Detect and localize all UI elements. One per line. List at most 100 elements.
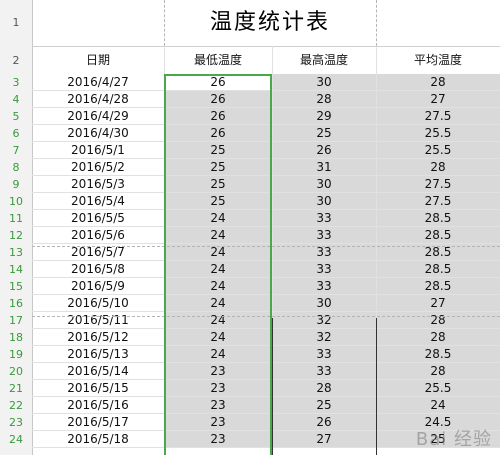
max-temp-cell[interactable]: 25 bbox=[272, 125, 376, 142]
max-temp-cell[interactable]: 33 bbox=[272, 261, 376, 278]
row-number-1[interactable]: 1 bbox=[0, 0, 32, 46]
avg-temp-cell[interactable]: 28 bbox=[376, 74, 500, 91]
row-number[interactable]: 6 bbox=[0, 125, 32, 142]
min-temp-cell[interactable]: 26 bbox=[164, 125, 272, 142]
date-cell[interactable]: 2016/5/6 bbox=[32, 227, 164, 244]
date-cell[interactable]: 2016/5/4 bbox=[32, 193, 164, 210]
header-min-temp[interactable]: 最低温度 bbox=[164, 47, 272, 74]
max-temp-cell[interactable]: 33 bbox=[272, 278, 376, 295]
min-temp-cell[interactable]: 24 bbox=[164, 346, 272, 363]
row-number[interactable]: 5 bbox=[0, 108, 32, 125]
max-temp-cell[interactable]: 30 bbox=[272, 176, 376, 193]
date-cell[interactable]: 2016/5/2 bbox=[32, 159, 164, 176]
min-temp-cell[interactable]: 23 bbox=[164, 397, 272, 414]
avg-temp-cell[interactable]: 28.5 bbox=[376, 227, 500, 244]
avg-temp-cell[interactable]: 27.5 bbox=[376, 193, 500, 210]
header-max-temp[interactable]: 最高温度 bbox=[272, 47, 376, 74]
row-number[interactable]: 22 bbox=[0, 397, 32, 414]
row-number[interactable]: 9 bbox=[0, 176, 32, 193]
date-cell[interactable]: 2016/5/12 bbox=[32, 329, 164, 346]
row-number[interactable]: 23 bbox=[0, 414, 32, 431]
row-number[interactable]: 13 bbox=[0, 244, 32, 261]
max-temp-cell[interactable]: 33 bbox=[272, 227, 376, 244]
avg-temp-cell[interactable]: 25.5 bbox=[376, 125, 500, 142]
max-temp-cell[interactable]: 33 bbox=[272, 363, 376, 380]
min-temp-cell[interactable]: 25 bbox=[164, 193, 272, 210]
avg-temp-cell[interactable]: 28 bbox=[376, 329, 500, 346]
row-number[interactable]: 15 bbox=[0, 278, 32, 295]
header-avg-temp[interactable]: 平均温度 bbox=[376, 47, 500, 74]
date-cell[interactable]: 2016/5/13 bbox=[32, 346, 164, 363]
row-number-2[interactable]: 2 bbox=[0, 47, 32, 74]
sheet-title-cell[interactable]: 温度统计表 bbox=[164, 0, 376, 46]
date-cell[interactable]: 2016/5/5 bbox=[32, 210, 164, 227]
avg-temp-cell[interactable]: 24 bbox=[376, 397, 500, 414]
date-cell[interactable]: 2016/5/15 bbox=[32, 380, 164, 397]
date-cell[interactable]: 2016/5/9 bbox=[32, 278, 164, 295]
date-cell[interactable]: 2016/5/17 bbox=[32, 414, 164, 431]
min-temp-cell[interactable]: 23 bbox=[164, 363, 272, 380]
row-number[interactable]: 17 bbox=[0, 312, 32, 329]
max-temp-cell[interactable]: 31 bbox=[272, 159, 376, 176]
avg-temp-cell[interactable]: 27.5 bbox=[376, 108, 500, 125]
avg-temp-cell[interactable]: 28 bbox=[376, 159, 500, 176]
min-temp-cell[interactable]: 24 bbox=[164, 295, 272, 312]
date-cell[interactable]: 2016/4/29 bbox=[32, 108, 164, 125]
avg-temp-cell[interactable]: 28 bbox=[376, 312, 500, 329]
min-temp-cell[interactable]: 23 bbox=[164, 431, 272, 448]
min-temp-cell[interactable]: 26 bbox=[164, 108, 272, 125]
date-cell[interactable]: 2016/4/27 bbox=[32, 74, 164, 91]
row-number[interactable]: 4 bbox=[0, 91, 32, 108]
max-temp-cell[interactable]: 29 bbox=[272, 108, 376, 125]
min-temp-cell[interactable]: 24 bbox=[164, 312, 272, 329]
min-temp-cell[interactable]: 24 bbox=[164, 278, 272, 295]
max-temp-cell[interactable]: 32 bbox=[272, 312, 376, 329]
min-temp-cell[interactable]: 24 bbox=[164, 329, 272, 346]
avg-temp-cell[interactable]: 27 bbox=[376, 91, 500, 108]
avg-temp-cell[interactable]: 25.5 bbox=[376, 380, 500, 397]
date-cell[interactable]: 2016/5/16 bbox=[32, 397, 164, 414]
date-cell[interactable]: 2016/5/10 bbox=[32, 295, 164, 312]
row-number[interactable]: 8 bbox=[0, 159, 32, 176]
min-temp-cell[interactable]: 25 bbox=[164, 176, 272, 193]
max-temp-cell[interactable]: 33 bbox=[272, 346, 376, 363]
min-temp-cell[interactable]: 24 bbox=[164, 210, 272, 227]
min-temp-cell[interactable]: 25 bbox=[164, 159, 272, 176]
min-temp-cell[interactable]: 26 bbox=[164, 74, 272, 91]
max-temp-cell[interactable]: 25 bbox=[272, 397, 376, 414]
date-cell[interactable]: 2016/5/1 bbox=[32, 142, 164, 159]
row-number[interactable]: 24 bbox=[0, 431, 32, 448]
header-date[interactable]: 日期 bbox=[32, 47, 164, 74]
date-cell[interactable]: 2016/5/18 bbox=[32, 431, 164, 448]
row-number[interactable]: 11 bbox=[0, 210, 32, 227]
row-number[interactable]: 19 bbox=[0, 346, 32, 363]
date-cell[interactable]: 2016/4/28 bbox=[32, 91, 164, 108]
avg-temp-cell[interactable]: 27 bbox=[376, 295, 500, 312]
min-temp-cell[interactable]: 25 bbox=[164, 142, 272, 159]
max-temp-cell[interactable]: 30 bbox=[272, 193, 376, 210]
min-temp-cell[interactable]: 23 bbox=[164, 414, 272, 431]
date-cell[interactable]: 2016/5/8 bbox=[32, 261, 164, 278]
row-number[interactable]: 18 bbox=[0, 329, 32, 346]
date-cell[interactable]: 2016/5/14 bbox=[32, 363, 164, 380]
date-cell[interactable]: 2016/5/3 bbox=[32, 176, 164, 193]
avg-temp-cell[interactable]: 28.5 bbox=[376, 210, 500, 227]
date-cell[interactable]: 2016/4/30 bbox=[32, 125, 164, 142]
min-temp-cell[interactable]: 23 bbox=[164, 380, 272, 397]
avg-temp-cell[interactable]: 28.5 bbox=[376, 261, 500, 278]
avg-temp-cell[interactable]: 25.5 bbox=[376, 142, 500, 159]
row-number[interactable]: 3 bbox=[0, 74, 32, 91]
avg-temp-cell[interactable]: 28 bbox=[376, 363, 500, 380]
max-temp-cell[interactable]: 26 bbox=[272, 142, 376, 159]
max-temp-cell[interactable]: 27 bbox=[272, 431, 376, 448]
row-number[interactable]: 14 bbox=[0, 261, 32, 278]
max-temp-cell[interactable]: 28 bbox=[272, 380, 376, 397]
max-temp-cell[interactable]: 26 bbox=[272, 414, 376, 431]
date-cell[interactable]: 2016/5/11 bbox=[32, 312, 164, 329]
row-number[interactable]: 10 bbox=[0, 193, 32, 210]
row-number[interactable]: 12 bbox=[0, 227, 32, 244]
min-temp-cell[interactable]: 24 bbox=[164, 261, 272, 278]
max-temp-cell[interactable]: 28 bbox=[272, 91, 376, 108]
row-number[interactable]: 21 bbox=[0, 380, 32, 397]
max-temp-cell[interactable]: 30 bbox=[272, 295, 376, 312]
